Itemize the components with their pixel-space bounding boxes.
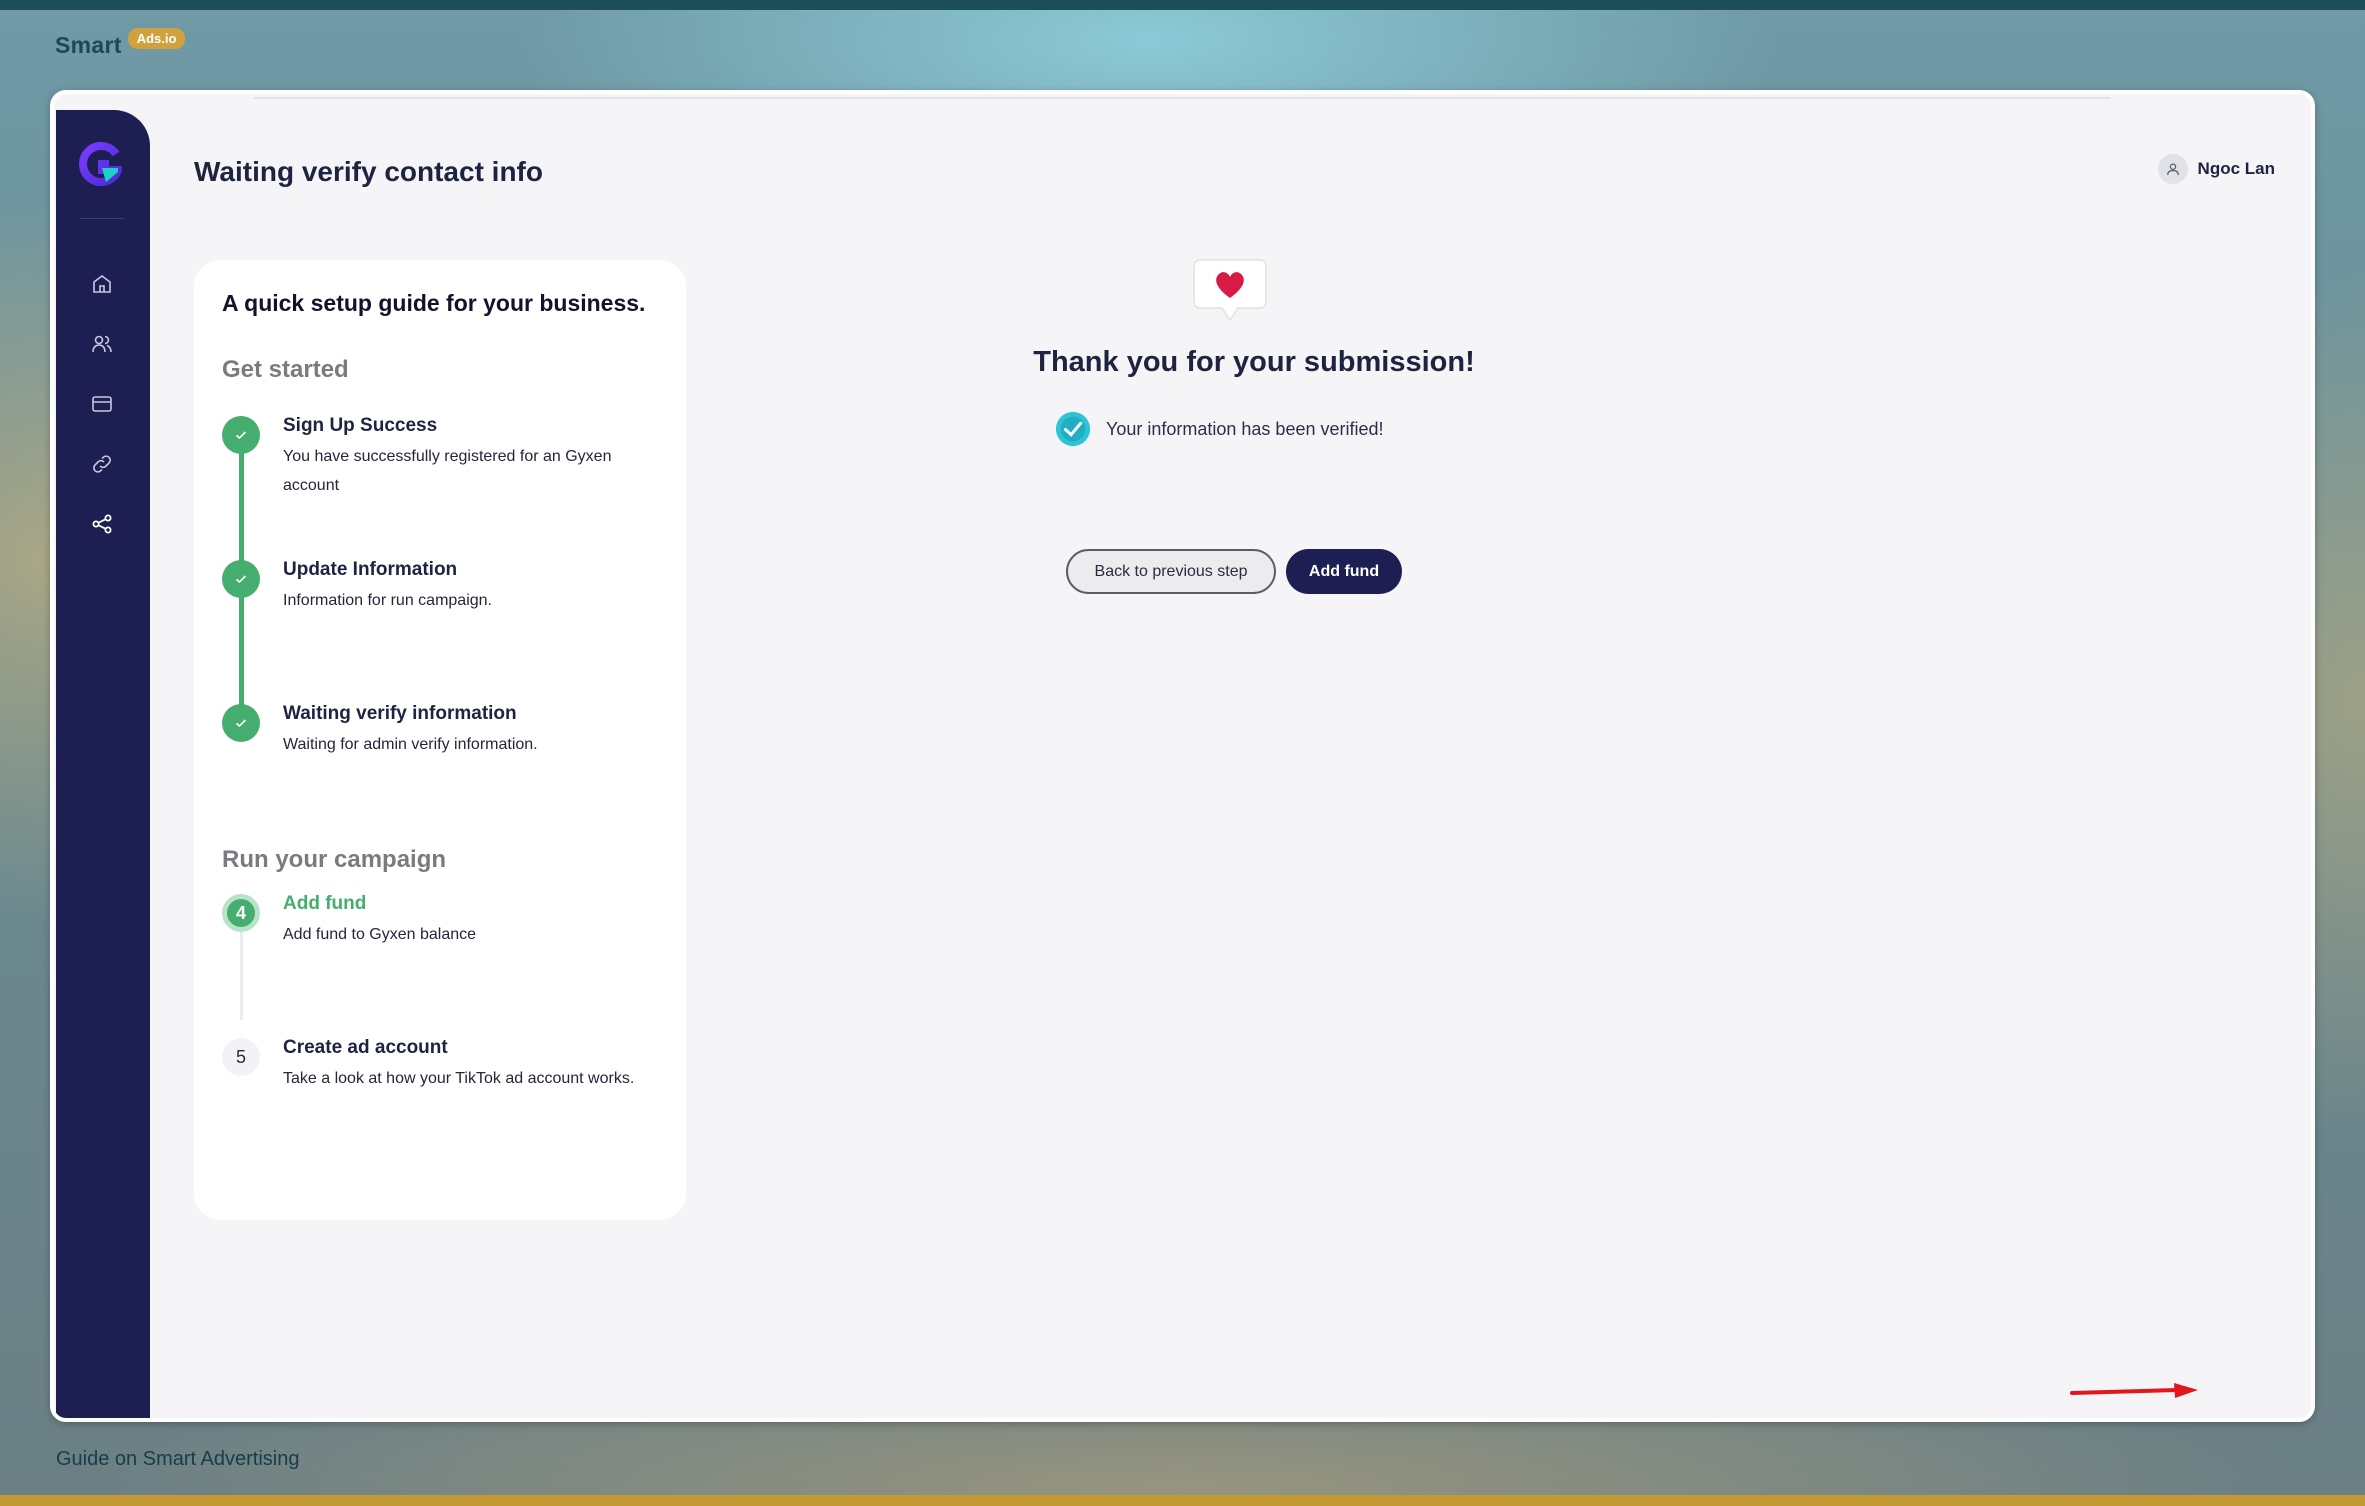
step-3-desc: Waiting for admin verify information. xyxy=(283,736,538,753)
page-title: Waiting verify contact info xyxy=(194,156,543,187)
gyxen-logo-icon[interactable] xyxy=(78,142,124,186)
app-window: Waiting verify contact info Ngoc Lan A q… xyxy=(50,90,2315,1422)
check-icon xyxy=(235,719,247,728)
back-to-previous-step-button[interactable]: Back to previous step xyxy=(1066,549,1276,594)
step-4-number: 4 xyxy=(222,894,260,932)
section-run-campaign: Run your campaign xyxy=(222,846,447,873)
step-5-number: 5 xyxy=(222,1038,260,1076)
verified-status: Your information has been verified! xyxy=(1054,410,1474,448)
users-icon xyxy=(92,335,112,353)
verified-text: Your information has been verified! xyxy=(1106,418,1384,439)
bottom-strip xyxy=(0,1495,2365,1506)
guide-heading: A quick setup guide for your business. xyxy=(222,290,646,316)
footer-text: Guide on Smart Advertising xyxy=(56,1448,300,1470)
step-5-desc: Take a look at how your TikTok ad accoun… xyxy=(283,1070,635,1087)
setup-guide-card: A quick setup guide for your business. G… xyxy=(194,260,686,1220)
step-1-title: Sign Up Success xyxy=(283,415,438,436)
brand-badge: Ads.io xyxy=(127,28,186,49)
sidebar-item-home[interactable] xyxy=(86,268,118,300)
check-icon xyxy=(235,575,247,584)
step-1-desc: You have successfully registered for an … xyxy=(283,448,612,494)
thank-you-title: Thank you for your submission! xyxy=(1033,346,1475,378)
sidebar xyxy=(56,110,150,1418)
step-4-desc: Add fund to Gyxen balance xyxy=(283,926,477,943)
share-icon xyxy=(92,514,112,534)
step-3-check xyxy=(222,704,260,742)
brand-name: Smart xyxy=(55,32,122,58)
user-icon xyxy=(2166,163,2179,176)
home-icon xyxy=(93,275,111,293)
sidebar-item-share[interactable] xyxy=(86,508,118,540)
user-name: Ngoc Lan xyxy=(2197,159,2275,178)
link-icon xyxy=(93,455,111,473)
avatar xyxy=(2157,154,2188,184)
sidebar-divider xyxy=(80,218,124,219)
step-2-check xyxy=(222,560,260,598)
step-4-title[interactable]: Add fund xyxy=(283,893,366,915)
brand-logo: Smart Ads.io xyxy=(55,28,186,59)
sidebar-item-users[interactable] xyxy=(86,328,118,360)
step-3-title: Waiting verify information xyxy=(283,703,517,724)
step-2-desc: Information for run campaign. xyxy=(283,592,492,609)
window-top-line xyxy=(254,97,2111,99)
step-1-check xyxy=(222,416,260,454)
step-5-title: Create ad account xyxy=(283,1037,448,1058)
sidebar-item-billing[interactable] xyxy=(86,388,118,420)
red-arrow-annotation xyxy=(2070,1383,2198,1398)
verified-check-icon xyxy=(1055,411,1091,447)
add-fund-button[interactable]: Add fund xyxy=(1286,549,1402,594)
step-2-title: Update Information xyxy=(283,559,458,580)
top-strip xyxy=(0,0,2365,10)
card-icon xyxy=(92,396,112,412)
check-icon xyxy=(235,431,247,440)
heart-bubble-icon xyxy=(1192,256,1268,326)
sidebar-item-links[interactable] xyxy=(86,448,118,480)
user-menu[interactable]: Ngoc Lan xyxy=(2157,154,2275,184)
section-get-started: Get started xyxy=(222,356,349,383)
